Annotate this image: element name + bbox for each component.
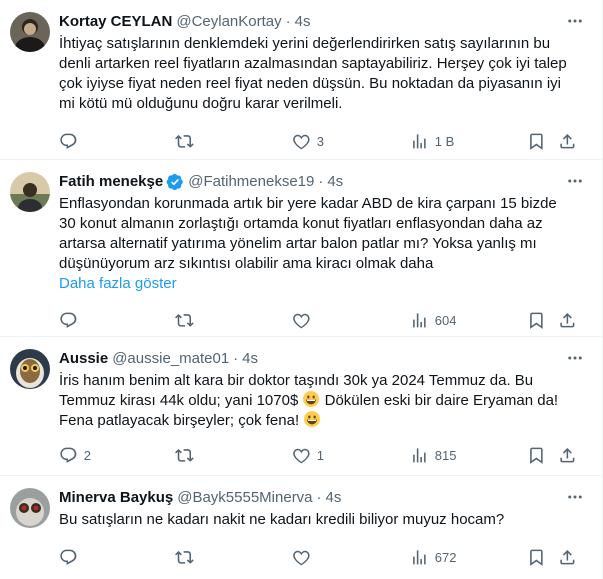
separator-dot: · (285, 13, 291, 30)
tweet-header: Minerva Baykuş @Bayk5555Minerva · 4s (59, 488, 586, 508)
heart-icon (293, 550, 310, 565)
bookmark-button[interactable] (527, 118, 546, 164)
share-icon (560, 447, 575, 463)
tweet-text-content: İris hanım benim alt kara bir doktor taş… (59, 371, 576, 431)
retweet-button[interactable] (175, 432, 200, 478)
views-icon (413, 133, 426, 149)
heart-icon (293, 448, 310, 463)
timestamp[interactable]: 4s (295, 12, 311, 32)
like-button[interactable]: 1 (292, 432, 324, 478)
share-button[interactable] (558, 432, 577, 478)
show-more-link[interactable]: Daha fazla göster (59, 274, 177, 294)
grinning-face-emoji-icon (304, 411, 321, 427)
bookmark-icon (530, 312, 543, 329)
views-button[interactable]: 1 B (410, 118, 454, 164)
reply-icon (60, 133, 77, 149)
tweet-card[interactable]: Minerva Baykuş @Bayk5555Minerva · 4s Bu … (0, 476, 602, 579)
tweet-text: Enflasyondan korunmada artık bir yere ka… (59, 194, 586, 294)
bookmark-icon (530, 549, 543, 566)
tweet-header: Aussie @aussie_mate01 · 4s (59, 349, 586, 369)
views-count: 815 (434, 447, 457, 463)
author-handle[interactable]: @aussie_mate01 (112, 349, 229, 369)
reply-icon (60, 312, 77, 328)
separator-dot: · (233, 350, 239, 367)
tweet-card[interactable]: Fatih menekşe @Fatihmenekse19 · 4s Enfla… (0, 160, 602, 337)
timestamp[interactable]: 4s (242, 349, 258, 369)
retweet-icon (175, 550, 194, 564)
separator-dot: · (316, 489, 322, 506)
reply-count: 2 (83, 447, 91, 463)
views-button[interactable]: 815 (410, 432, 456, 478)
heart-icon (293, 313, 310, 328)
avatar[interactable] (10, 349, 50, 389)
tweet-text-content: Enflasyondan korunmada artık bir yere ka… (59, 195, 557, 272)
like-count: 1 (316, 447, 324, 463)
share-icon (560, 133, 575, 149)
avatar[interactable] (10, 172, 50, 212)
author-name[interactable]: Kortay CEYLAN (59, 12, 172, 32)
separator-dot: · (318, 173, 324, 190)
views-count: 672 (434, 549, 457, 565)
views-icon (413, 312, 426, 328)
timeline-feed: Kortay CEYLAN @CeylanKortay · 4s İhtiyaç… (0, 0, 603, 579)
more-dots-icon[interactable] (564, 347, 586, 369)
avatar[interactable] (10, 488, 50, 528)
share-icon (560, 549, 575, 565)
bookmark-icon (530, 133, 543, 150)
views-button[interactable]: 672 (410, 534, 456, 579)
retweet-button[interactable] (175, 534, 200, 579)
author-name[interactable]: Minerva Baykuş (59, 488, 173, 508)
like-button[interactable]: 3 (292, 118, 324, 164)
avatar[interactable] (10, 12, 50, 52)
share-icon (560, 312, 575, 328)
tweet-header: Fatih menekşe @Fatihmenekse19 · 4s (59, 172, 586, 192)
retweet-icon (175, 313, 194, 327)
verified-badge-icon (166, 173, 184, 191)
like-button[interactable] (292, 534, 317, 579)
grinning-face-emoji-icon (303, 391, 320, 407)
tweet-text: İris hanım benim alt kara bir doktor taş… (59, 371, 586, 431)
timestamp[interactable]: 4s (326, 488, 342, 508)
author-handle[interactable]: @Bayk5555Minerva (177, 488, 312, 508)
reply-icon (60, 549, 77, 565)
timestamp[interactable]: 4s (327, 172, 343, 192)
share-button[interactable] (558, 118, 577, 164)
views-icon (413, 447, 426, 463)
reply-icon (60, 447, 77, 463)
tweet-actions: 672 (59, 534, 586, 579)
share-button[interactable] (558, 534, 577, 579)
more-dots-icon[interactable] (564, 170, 586, 192)
tweet-card[interactable]: Aussie @aussie_mate01 · 4s İris hanım be… (0, 337, 602, 476)
tweet-text-content: İhtiyaç satışlarının denklemdeki yerini … (59, 35, 567, 112)
tweet-text: İhtiyaç satışlarının denklemdeki yerini … (59, 34, 586, 114)
tweet-card[interactable]: Kortay CEYLAN @CeylanKortay · 4s İhtiyaç… (0, 0, 602, 160)
retweet-icon (175, 448, 194, 462)
author-handle[interactable]: @Fatihmenekse19 (188, 172, 314, 192)
author-name[interactable]: Aussie (59, 349, 108, 369)
more-dots-icon[interactable] (564, 486, 586, 508)
reply-button[interactable] (59, 118, 84, 164)
author-name[interactable]: Fatih menekşe (59, 172, 163, 192)
tweet-text-content: Bu satışların ne kadarı nakit ne kadarı … (59, 511, 505, 528)
bookmark-button[interactable] (527, 534, 546, 579)
tweet-text: Bu satışların ne kadarı nakit ne kadarı … (59, 510, 586, 530)
retweet-icon (175, 134, 194, 148)
tweet-header: Kortay CEYLAN @CeylanKortay · 4s (59, 12, 586, 32)
reply-button[interactable] (59, 534, 84, 579)
tweet-actions: 3 1 B (59, 118, 586, 164)
bookmark-icon (530, 447, 543, 464)
like-count: 3 (316, 133, 324, 149)
bookmark-button[interactable] (527, 432, 546, 478)
reply-button[interactable]: 2 (59, 432, 91, 478)
views-icon (413, 549, 426, 565)
views-count: 604 (434, 312, 457, 328)
more-dots-icon[interactable] (564, 10, 586, 32)
tweet-actions: 2 1 815 (59, 432, 586, 478)
views-count: 1 B (434, 133, 455, 149)
heart-icon (293, 134, 310, 149)
retweet-button[interactable] (175, 118, 200, 164)
author-handle[interactable]: @CeylanKortay (176, 12, 281, 32)
